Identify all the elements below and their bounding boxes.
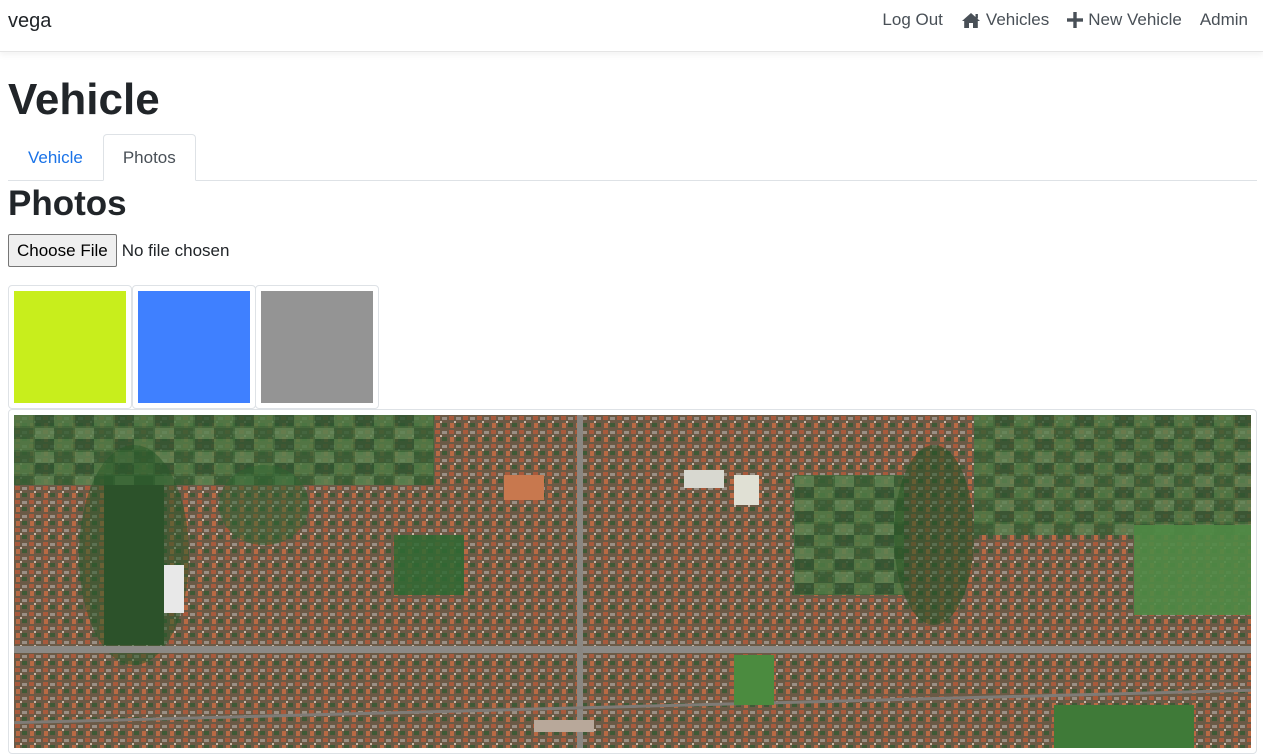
nav-admin-label: Admin	[1199, 10, 1248, 29]
nav-new-vehicle-label: New Vehicle	[1088, 10, 1182, 29]
photo-thumbnail[interactable]	[132, 285, 256, 409]
nav-new-vehicle-link[interactable]: New Vehicle	[1067, 10, 1182, 30]
tab-bar: Vehicle Photos	[8, 134, 1257, 181]
thumbnail-image	[14, 291, 126, 403]
thumbnail-image	[261, 291, 373, 403]
choose-file-button[interactable]: Choose File	[8, 234, 117, 267]
aerial-city-image	[14, 415, 1251, 748]
page-title: Vehicle	[8, 75, 160, 124]
file-input: Choose File No file chosen	[8, 234, 229, 267]
large-photo[interactable]	[8, 409, 1257, 754]
nav-vehicles-label: Vehicles	[985, 10, 1050, 29]
photo-thumbnail[interactable]	[255, 285, 379, 409]
file-status-text: No file chosen	[121, 240, 230, 260]
tab-photos[interactable]: Photos	[102, 134, 196, 181]
nav-logout-label: Log Out	[882, 10, 943, 29]
nav-logout-link[interactable]: Log Out	[882, 10, 943, 30]
brand-link[interactable]: vega	[8, 10, 51, 33]
thumbnail-image	[138, 291, 250, 403]
plus-icon	[1067, 12, 1084, 28]
top-navbar: vega Log Out Vehicles New Vehicle Admin	[0, 0, 1263, 52]
home-icon	[961, 12, 981, 29]
nav-vehicles-link[interactable]: Vehicles	[961, 10, 1049, 30]
photo-thumbnail[interactable]	[8, 285, 132, 409]
nav-admin-link[interactable]: Admin	[1200, 10, 1248, 30]
tab-vehicle[interactable]: Vehicle	[8, 134, 103, 180]
photos-heading: Photos	[8, 184, 127, 223]
nav-links: Log Out Vehicles New Vehicle Admin	[882, 10, 1248, 30]
